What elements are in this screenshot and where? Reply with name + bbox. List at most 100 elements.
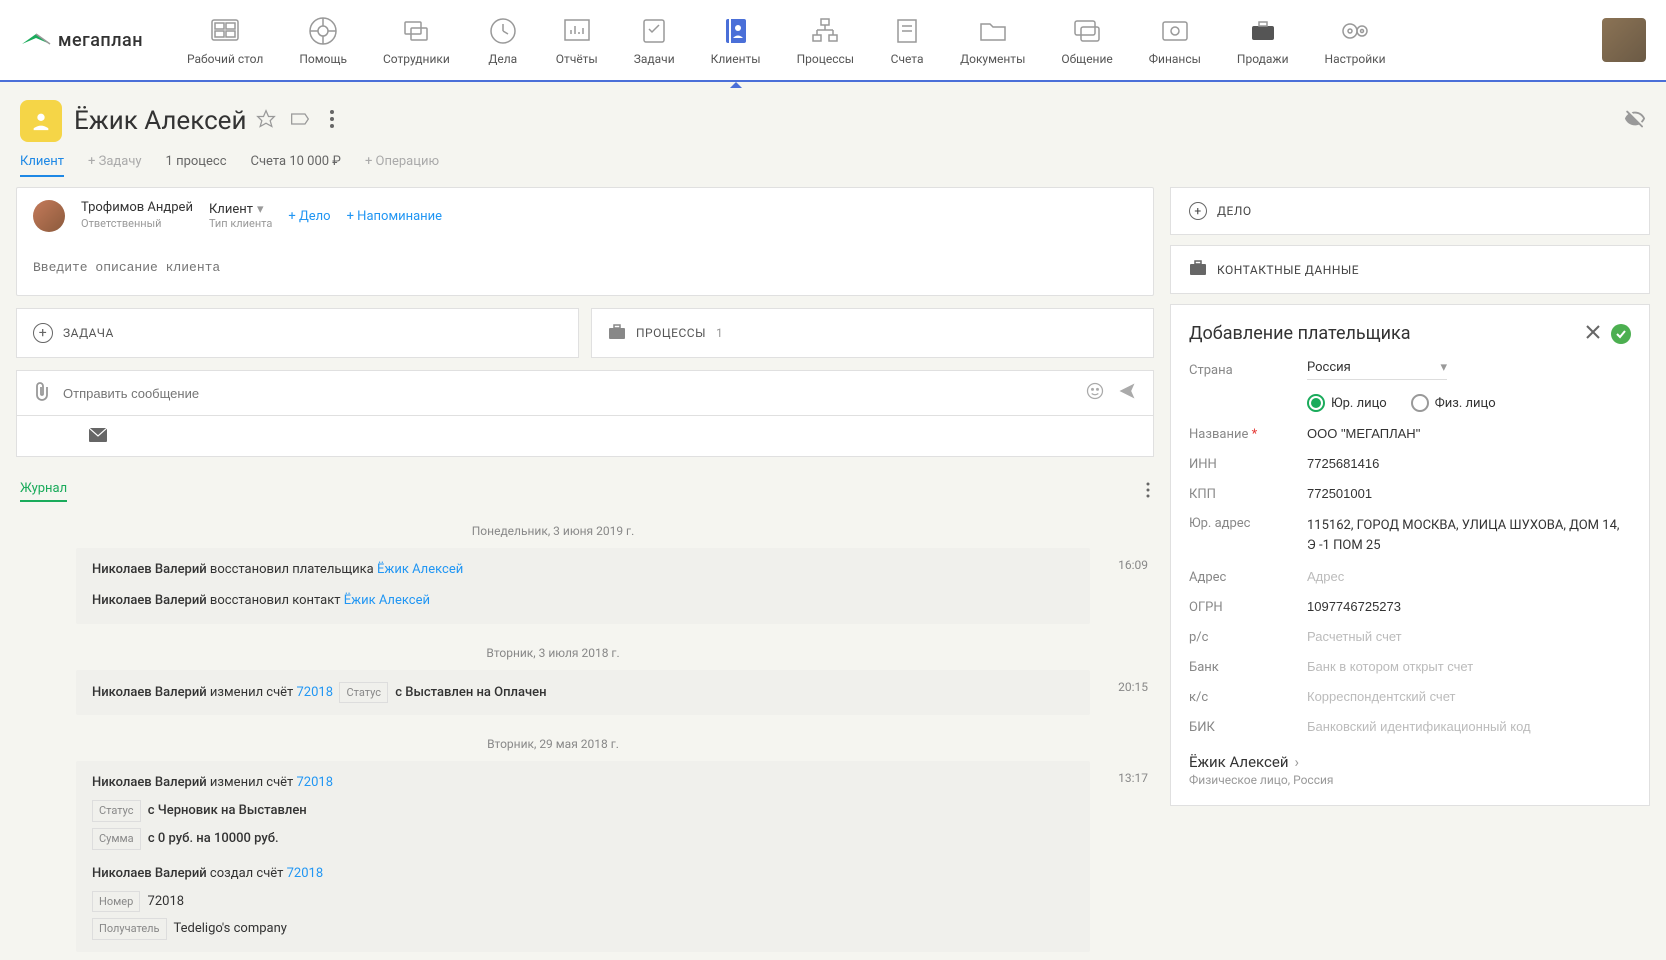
top-navigation: мегаплан Рабочий стол Помощь Сотрудники … — [0, 0, 1666, 82]
radio-legal[interactable]: Юр. лицо — [1307, 394, 1387, 412]
chat-icon — [1070, 14, 1104, 48]
tab-add-operation[interactable]: + Операцию — [365, 154, 439, 177]
payer-addr-input[interactable] — [1307, 569, 1631, 585]
nav-documents[interactable]: Документы — [956, 6, 1029, 74]
client-header: Ёжик Алексей — [0, 82, 1666, 154]
client-description-input[interactable] — [17, 244, 1153, 291]
documents-icon — [976, 14, 1010, 48]
nav-settings[interactable]: Настройки — [1321, 6, 1390, 74]
payer-legal-addr[interactable]: 115162, ГОРОД МОСКВА, УЛИЦА ШУХОВА, ДОМ … — [1307, 516, 1631, 555]
emoji-icon[interactable] — [1085, 381, 1105, 405]
client-badge-icon — [20, 100, 62, 142]
side-case-box: + ДЕЛО — [1170, 187, 1650, 235]
payer-name-input[interactable] — [1307, 426, 1631, 442]
tag-icon[interactable] — [290, 111, 310, 131]
tab-processes[interactable]: 1 процесс — [166, 154, 227, 177]
radio-icon — [1411, 394, 1429, 412]
journal-more-icon[interactable] — [1146, 482, 1150, 502]
payer-kpp-input[interactable] — [1307, 486, 1631, 502]
payer-bank-input[interactable] — [1307, 659, 1631, 675]
reports-icon — [560, 14, 594, 48]
nav-reports[interactable]: Отчёты — [552, 6, 602, 74]
chevron-down-icon: ▾ — [1440, 360, 1447, 375]
tasks-icon — [637, 14, 671, 48]
sales-icon — [1246, 14, 1280, 48]
chevron-right-icon: › — [1295, 753, 1300, 771]
send-icon[interactable] — [1117, 381, 1137, 405]
mail-icon — [89, 428, 107, 442]
briefcase-icon — [1189, 260, 1207, 279]
user-avatar[interactable] — [1602, 18, 1646, 62]
add-case-link[interactable]: + Дело — [288, 209, 330, 224]
client-name: Ёжик Алексей — [74, 106, 246, 136]
journal-date: Понедельник, 3 июня 2019 г. — [16, 524, 1090, 538]
nav-desktop[interactable]: Рабочий стол — [183, 6, 267, 74]
nav-invoices[interactable]: Счета — [886, 6, 928, 74]
message-input[interactable] — [63, 386, 1073, 401]
side-contacts-box: КОНТАКТНЫЕ ДАННЫЕ — [1170, 245, 1650, 294]
logo-icon — [20, 24, 52, 56]
payer-form: Добавление плательщика Страна Россия ▾ Ю… — [1170, 304, 1650, 806]
journal-entry: 20:15 Николаев Валерий изменил счёт 7201… — [76, 670, 1090, 716]
confirm-icon[interactable] — [1611, 324, 1631, 344]
journal-date: Вторник, 29 мая 2018 г. — [16, 737, 1090, 751]
message-input-row — [16, 370, 1154, 416]
payer-rs-input[interactable] — [1307, 629, 1631, 645]
employees-icon — [399, 14, 433, 48]
nav-chat[interactable]: Общение — [1057, 6, 1116, 74]
more-icon[interactable] — [330, 110, 334, 132]
radio-individual[interactable]: Физ. лицо — [1411, 394, 1496, 412]
journal-date: Вторник, 3 июля 2018 г. — [16, 646, 1090, 660]
briefcase-icon — [608, 324, 626, 343]
tab-add-task[interactable]: + Задачу — [88, 154, 142, 177]
clock-icon — [486, 14, 520, 48]
journal-tab[interactable]: Журнал — [20, 481, 67, 502]
finance-icon — [1158, 14, 1192, 48]
logo-text: мегаплан — [58, 30, 143, 51]
nav-sales[interactable]: Продажи — [1233, 6, 1293, 74]
mail-icon-row[interactable] — [16, 416, 1154, 457]
add-reminder-link[interactable]: + Напоминание — [347, 209, 442, 224]
nav-finance[interactable]: Финансы — [1145, 6, 1205, 74]
client-info-card: Трофимов Андрей Ответственный Клиент ▾ Т… — [16, 187, 1154, 296]
visibility-off-icon[interactable] — [1624, 108, 1646, 134]
favorite-icon[interactable] — [256, 109, 276, 133]
desktop-icon — [208, 14, 242, 48]
main-nav: Рабочий стол Помощь Сотрудники Дела Отчё… — [183, 6, 1602, 74]
chevron-down-icon: ▾ — [257, 202, 264, 217]
country-select[interactable]: Россия ▾ — [1307, 360, 1447, 380]
nav-tasks[interactable]: Задачи — [630, 6, 679, 74]
nav-processes[interactable]: Процессы — [793, 6, 859, 74]
add-task-button[interactable]: + ЗАДАЧА — [16, 308, 579, 358]
add-case-button[interactable]: + ДЕЛО — [1171, 188, 1649, 234]
plus-circle-icon: + — [33, 323, 53, 343]
nav-cases[interactable]: Дела — [482, 6, 524, 74]
responsible-avatar[interactable] — [33, 200, 65, 232]
processes-icon — [808, 14, 842, 48]
journal-entry: 13:17 Николаев Валерий изменил счёт 7201… — [76, 761, 1090, 952]
journal-entry: 16:09 Николаев Валерий восстановил плате… — [76, 548, 1090, 624]
close-icon[interactable] — [1585, 324, 1601, 344]
payer-bik-input[interactable] — [1307, 719, 1631, 735]
client-type-select[interactable]: Клиент ▾ Тип клиента — [209, 202, 272, 230]
clients-icon — [719, 14, 753, 48]
invoices-icon — [890, 14, 924, 48]
nav-help[interactable]: Помощь — [295, 6, 351, 74]
payer-ogrn-input[interactable] — [1307, 599, 1631, 615]
radio-checked-icon — [1307, 394, 1325, 412]
payer-inn-input[interactable] — [1307, 456, 1631, 472]
tab-client[interactable]: Клиент — [20, 154, 64, 177]
payer-ks-input[interactable] — [1307, 689, 1631, 705]
payer-person-link[interactable]: Ёжик Алексей › — [1189, 753, 1631, 771]
processes-button[interactable]: ПРОЦЕССЫ 1 — [591, 308, 1154, 358]
payer-title: Добавление плательщика — [1189, 323, 1411, 344]
responsible-info: Трофимов Андрей Ответственный — [81, 200, 193, 231]
tab-invoices[interactable]: Счета 10 000 ₽ — [251, 154, 341, 177]
nav-clients[interactable]: Клиенты — [707, 6, 765, 74]
attach-icon[interactable] — [33, 381, 51, 405]
client-tabs: Клиент + Задачу 1 процесс Счета 10 000 ₽… — [0, 154, 1666, 187]
journal-header: Журнал — [16, 481, 1154, 502]
contacts-button[interactable]: КОНТАКТНЫЕ ДАННЫЕ — [1171, 246, 1649, 293]
logo[interactable]: мегаплан — [20, 24, 143, 56]
nav-employees[interactable]: Сотрудники — [379, 6, 454, 74]
